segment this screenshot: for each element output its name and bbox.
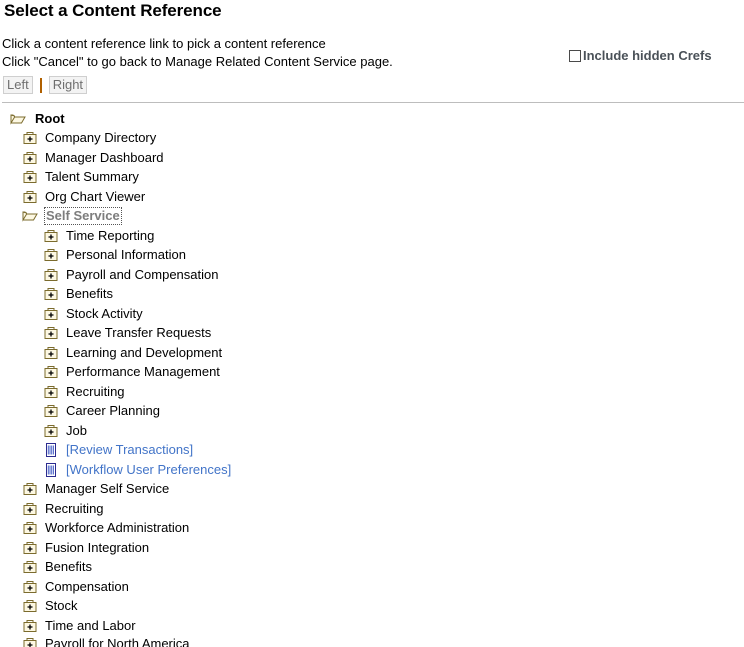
tree-node-label[interactable]: Payroll and Compensation	[66, 267, 218, 283]
open-folder-icon[interactable]	[22, 208, 38, 224]
include-hidden-crefs-label: Include hidden Crefs	[583, 48, 712, 63]
tree-node-row[interactable]: Workforce Administration	[0, 519, 744, 539]
tree-node-row[interactable]: Talent Summary	[0, 168, 744, 188]
closed-folder-plus-icon[interactable]	[43, 345, 59, 361]
include-hidden-crefs-group[interactable]: Include hidden Crefs	[569, 48, 712, 63]
tree-node-row[interactable]: Payroll for North America	[0, 636, 744, 647]
closed-folder-plus-icon[interactable]	[43, 306, 59, 322]
tree-node-row[interactable]: Payroll and Compensation	[0, 265, 744, 285]
tree-node-label[interactable]: [Workflow User Preferences]	[66, 462, 231, 478]
closed-folder-plus-icon[interactable]	[22, 636, 38, 647]
tree-node-label[interactable]: Leave Transfer Requests	[66, 325, 211, 341]
document-icon	[43, 462, 59, 478]
closed-folder-plus-icon[interactable]	[22, 501, 38, 517]
closed-folder-plus-icon[interactable]	[43, 364, 59, 380]
tree-node-row[interactable]: Time Reporting	[0, 226, 744, 246]
tree-node-label[interactable]: Stock Activity	[66, 306, 143, 322]
tree-node-row[interactable]: [Review Transactions]	[0, 441, 744, 461]
tree-node-row[interactable]: Benefits	[0, 285, 744, 305]
open-folder-icon[interactable]	[10, 111, 26, 127]
closed-folder-plus-icon[interactable]	[43, 286, 59, 302]
tree-node-row[interactable]: Recruiting	[0, 382, 744, 402]
tree-node-label[interactable]: Workforce Administration	[45, 520, 189, 536]
tree-node-row[interactable]: Stock Activity	[0, 304, 744, 324]
header-divider	[2, 102, 744, 103]
closed-folder-plus-icon[interactable]	[43, 247, 59, 263]
tree-node-label: Root	[35, 110, 65, 126]
closed-folder-plus-icon[interactable]	[43, 325, 59, 341]
closed-folder-plus-icon[interactable]	[43, 423, 59, 439]
tree-node-label[interactable]: Compensation	[45, 579, 129, 595]
tree-node-label[interactable]: [Review Transactions]	[66, 442, 193, 458]
tree-node-label[interactable]: Job	[66, 423, 87, 439]
tree-node-row[interactable]: Performance Management	[0, 363, 744, 383]
closed-folder-plus-icon[interactable]	[43, 267, 59, 283]
closed-folder-plus-icon[interactable]	[22, 130, 38, 146]
tree-node-row[interactable]: Org Chart Viewer	[0, 187, 744, 207]
closed-folder-plus-icon[interactable]	[22, 189, 38, 205]
tab-right[interactable]: Right	[48, 76, 88, 94]
tree-node-label[interactable]: Self Service	[44, 207, 122, 226]
closed-folder-plus-icon[interactable]	[43, 384, 59, 400]
tree-node-row[interactable]: Leave Transfer Requests	[0, 324, 744, 344]
tree-node-row[interactable]: Career Planning	[0, 402, 744, 422]
tree-node-label[interactable]: Manager Self Service	[45, 481, 169, 497]
tree-node-label[interactable]: Performance Management	[66, 364, 220, 380]
tree-node-row[interactable]: Recruiting	[0, 499, 744, 519]
tree-node-row[interactable]: Fusion Integration	[0, 538, 744, 558]
tree-node-label[interactable]: Talent Summary	[45, 169, 139, 185]
tree-node-label[interactable]: Benefits	[66, 286, 113, 302]
tree-node-row[interactable]: Stock	[0, 597, 744, 617]
tree-node-label[interactable]: Benefits	[45, 559, 92, 575]
closed-folder-plus-icon[interactable]	[22, 579, 38, 595]
tree-node-row[interactable]: Personal Information	[0, 246, 744, 266]
tree-node-label[interactable]: Career Planning	[66, 403, 160, 419]
tree-node-label[interactable]: Recruiting	[66, 384, 125, 400]
closed-folder-plus-icon[interactable]	[43, 228, 59, 244]
tree-node-row[interactable]: Self Service	[0, 207, 744, 227]
closed-folder-plus-icon[interactable]	[22, 169, 38, 185]
tab-separator-icon	[39, 77, 42, 93]
include-hidden-crefs-checkbox[interactable]	[569, 49, 581, 62]
closed-folder-plus-icon[interactable]	[22, 598, 38, 614]
tree-node-label[interactable]: Stock	[45, 598, 78, 614]
closed-folder-plus-icon[interactable]	[22, 520, 38, 536]
tree-node-row[interactable]: Manager Self Service	[0, 480, 744, 500]
tree-node-row[interactable]: Root	[0, 109, 744, 129]
tree-node-label[interactable]: Time and Labor	[45, 618, 136, 634]
tree-node-row[interactable]: Manager Dashboard	[0, 148, 744, 168]
closed-folder-plus-icon[interactable]	[22, 540, 38, 556]
closed-folder-plus-icon[interactable]	[22, 150, 38, 166]
closed-folder-plus-icon[interactable]	[22, 618, 38, 634]
tree-node-row[interactable]: [Workflow User Preferences]	[0, 460, 744, 480]
closed-folder-plus-icon[interactable]	[22, 559, 38, 575]
tree-node-row[interactable]: Job	[0, 421, 744, 441]
tree-node-label[interactable]: Manager Dashboard	[45, 150, 164, 166]
tree-node-label[interactable]: Time Reporting	[66, 228, 154, 244]
tree-node-row[interactable]: Company Directory	[0, 129, 744, 149]
closed-folder-plus-icon[interactable]	[43, 403, 59, 419]
document-icon	[43, 442, 59, 458]
tree-node-label[interactable]: Learning and Development	[66, 345, 222, 361]
tree-node-row[interactable]: Compensation	[0, 577, 744, 597]
tree-node-label[interactable]: Recruiting	[45, 501, 104, 517]
tree-node-row[interactable]: Benefits	[0, 558, 744, 578]
page-title: Select a Content Reference	[4, 1, 222, 20]
tree-node-label[interactable]: Org Chart Viewer	[45, 189, 145, 205]
tree-node-row[interactable]: Learning and Development	[0, 343, 744, 363]
content-reference-tree: Root Company Directory Manager Dashboard Ta…	[0, 103, 744, 647]
tree-node-row[interactable]: Time and Labor	[0, 616, 744, 636]
tree-node-label[interactable]: Company Directory	[45, 130, 156, 146]
page-header: Select a Content Reference Click a conte…	[0, 0, 744, 103]
tree-node-label[interactable]: Personal Information	[66, 247, 186, 263]
side-tab-bar: Left Right	[2, 76, 744, 94]
closed-folder-plus-icon[interactable]	[22, 481, 38, 497]
tree-node-label[interactable]: Fusion Integration	[45, 540, 149, 556]
tab-left[interactable]: Left	[3, 76, 33, 94]
tree-node-label[interactable]: Payroll for North America	[45, 636, 190, 647]
